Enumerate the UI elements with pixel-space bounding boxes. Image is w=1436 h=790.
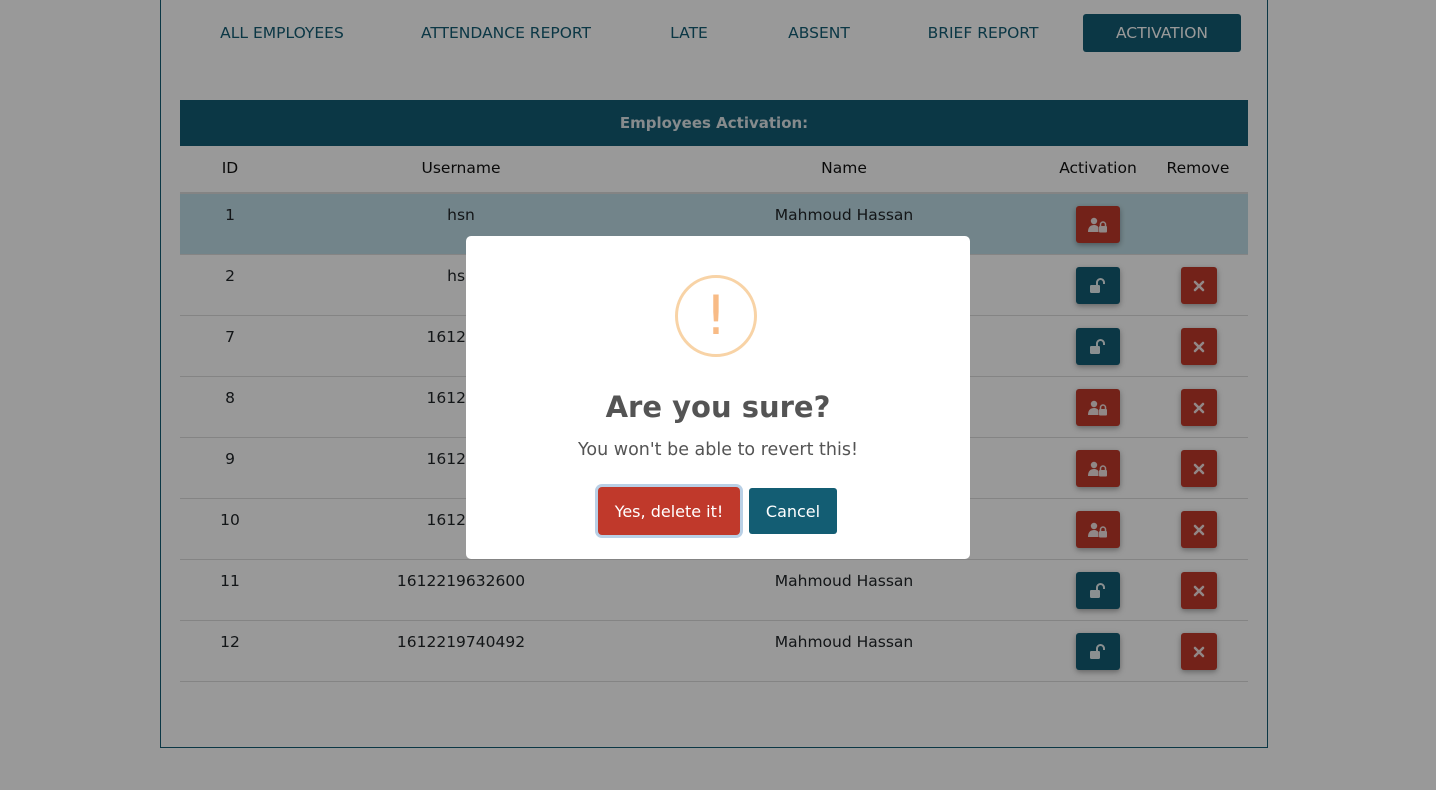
- dialog-title: Are you sure?: [605, 390, 831, 424]
- confirm-dialog: ! Are you sure? You won't be able to rev…: [466, 236, 970, 559]
- dialog-text: You won't be able to revert this!: [578, 440, 858, 460]
- confirm-delete-button[interactable]: Yes, delete it!: [598, 487, 740, 535]
- modal-backdrop[interactable]: ! Are you sure? You won't be able to rev…: [0, 0, 1436, 790]
- warning-mark: !: [705, 284, 727, 347]
- warning-icon: !: [675, 275, 757, 357]
- cancel-button[interactable]: Cancel: [749, 488, 837, 534]
